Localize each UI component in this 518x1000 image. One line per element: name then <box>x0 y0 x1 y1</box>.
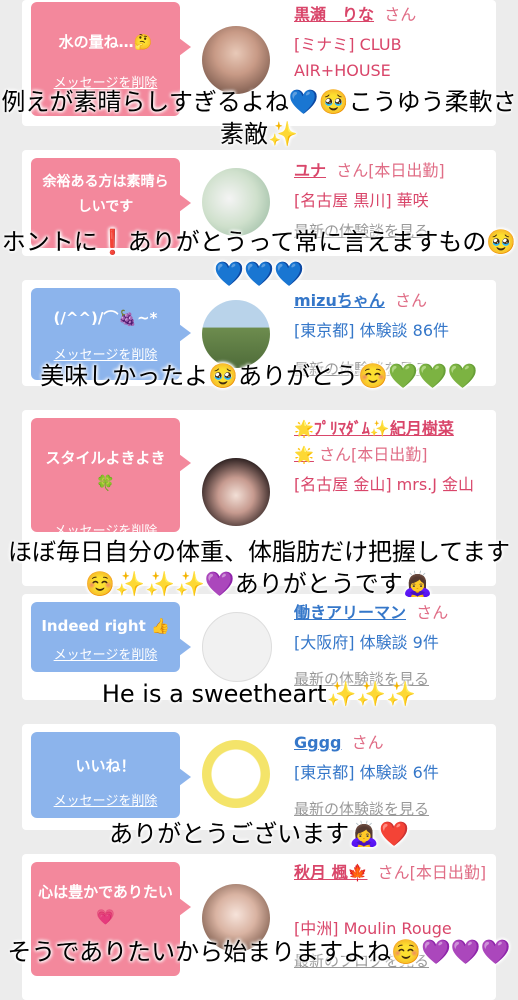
avatar[interactable] <box>202 458 270 526</box>
honorific: さん <box>351 733 384 752</box>
location-text: [名古屋 黒川] 華咲 <box>294 191 429 210</box>
location-text: [東京都] 体験談 6件 <box>294 763 439 782</box>
message-text: Indeed right 👍 <box>41 617 170 635</box>
avatar[interactable] <box>202 740 270 808</box>
honorific: さん <box>384 5 417 24</box>
message-card: 心は豊かでありたい💗 秋月 楓🍁 さん[本日出勤] [中洲] Moulin Ro… <box>22 854 496 1000</box>
caption-overlay: He is a sweetheart✨✨✨ <box>101 680 417 708</box>
message-card: いいね！ メッセージを削除 Gggg さん [東京都] 体験談 6件 最新の体験… <box>22 724 496 830</box>
honorific: さん <box>395 291 428 310</box>
user-name-link[interactable]: 働きアリーマン <box>294 603 406 622</box>
location-text: [ミナミ] CLUB <box>294 35 402 54</box>
message-text: (/^^)/⌒🍇~* <box>53 309 158 327</box>
honorific: さん[本日出勤] <box>377 863 487 882</box>
honorific: さん[本日出勤] <box>319 445 428 464</box>
caption-overlay: 美味しかったよ🥹ありがとう☺️💚💚💚 <box>40 362 478 390</box>
message-bubble: スタイルよきよき🍀 メッセージを削除 <box>31 418 191 539</box>
user-name-link[interactable]: mizuちゃん <box>294 291 385 310</box>
message-text: 水の量ね…🤔 <box>58 33 153 51</box>
location-text: [名古屋 金山] mrs.J 金山 <box>294 475 475 494</box>
location-text: [東京都] 体験談 86件 <box>294 321 450 340</box>
delete-message-link[interactable]: メッセージを削除 <box>31 790 180 809</box>
avatar[interactable] <box>202 612 272 682</box>
message-text: 心は豊かでありたい💗 <box>38 883 173 926</box>
caption-overlay: そうでありたいから始まりますよね☺️💜💜💜 <box>7 938 511 966</box>
message-bubble: いいね！ メッセージを削除 <box>31 732 191 818</box>
message-text: スタイルよきよき🍀 <box>45 449 166 492</box>
user-name-link[interactable]: 秋月 楓🍁 <box>294 863 368 882</box>
location-text: AIR+HOUSE <box>294 61 391 80</box>
honorific: さん[本日出勤] <box>336 161 445 180</box>
avatar[interactable] <box>202 26 270 94</box>
caption-overlay: ホントに❗️ありがとうって常に言えますもの🥹💙💙💙 <box>1 228 517 288</box>
delete-message-link[interactable]: メッセージを削除 <box>31 644 180 663</box>
location-text: [大阪府] 体験談 9件 <box>294 633 439 652</box>
user-name-link[interactable]: ユナ <box>294 161 326 180</box>
honorific: さん <box>416 603 449 622</box>
caption-overlay: 例えが素晴らしすぎるよね💙🥹こうゆう柔軟さ素敵✨ <box>1 88 517 148</box>
message-text: 余裕ある方は素晴らしいです <box>42 174 169 215</box>
avatar[interactable] <box>202 300 270 368</box>
user-name-link[interactable]: Gggg <box>294 733 342 752</box>
caption-overlay: ほぼ毎日自分の体重、体脂肪だけ把握してます☺️✨✨✨💜ありがとうです🙇‍♀️ <box>7 538 511 598</box>
user-name-link[interactable]: 黒瀬 りな <box>294 5 374 24</box>
caption-overlay: ありがとうございます🙇‍♀️❤️ <box>109 820 409 848</box>
message-text: いいね！ <box>75 757 136 775</box>
message-bubble: Indeed right 👍 メッセージを削除 <box>31 602 191 672</box>
